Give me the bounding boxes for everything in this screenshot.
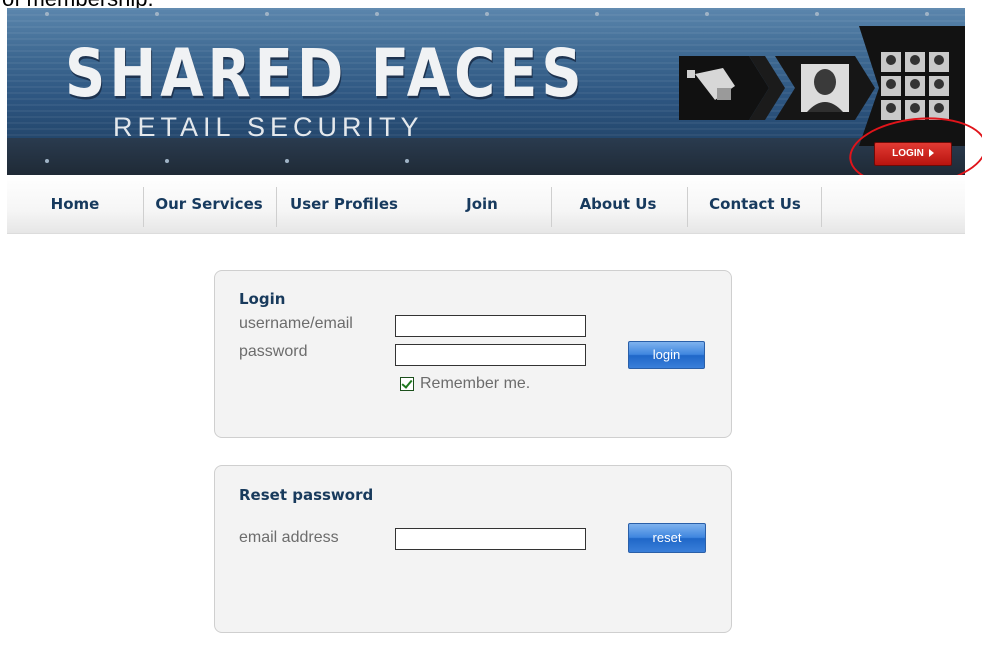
header-login-button[interactable]: LOGIN (874, 142, 952, 166)
rivet (45, 159, 49, 163)
password-input[interactable] (395, 344, 586, 366)
nav-separator (687, 187, 688, 227)
brand-subtitle: RETAIL SECURITY (113, 112, 424, 142)
username-input[interactable] (395, 315, 586, 337)
rivet (375, 12, 379, 16)
rivet (485, 12, 489, 16)
rivet (155, 12, 159, 16)
reset-password-title: Reset password (239, 486, 374, 504)
rivet (45, 12, 49, 16)
rivet (815, 12, 819, 16)
triangle-right-icon (928, 149, 934, 158)
header-login-label: LOGIN (892, 148, 924, 159)
nav-item-home[interactable]: Home (35, 175, 115, 233)
nav-separator (276, 187, 277, 227)
rivet (705, 12, 709, 16)
remember-me-checkbox[interactable] (400, 377, 414, 391)
face-portrait-icon (775, 56, 875, 120)
login-button[interactable]: login (628, 341, 705, 369)
rivet (925, 12, 929, 16)
rivet (265, 12, 269, 16)
face-grid-icon (859, 26, 965, 146)
password-label: password (239, 343, 308, 360)
login-title: Login (239, 290, 286, 308)
rivet (595, 12, 599, 16)
login-panel: Login username/email password login Reme… (214, 270, 732, 438)
nav-item-join[interactable]: Join (437, 175, 527, 233)
nav-item-user-profiles[interactable]: User Profiles (279, 175, 409, 233)
nav-separator (821, 187, 822, 227)
main-nav: Home Our Services User Profiles Join Abo… (7, 175, 965, 234)
nav-separator (143, 187, 144, 227)
nav-item-about-us[interactable]: About Us (563, 175, 673, 233)
rivet (285, 159, 289, 163)
nav-separator (551, 187, 552, 227)
rivet (165, 159, 169, 163)
rivet (405, 159, 409, 163)
email-address-label: email address (239, 529, 339, 546)
checkmark-icon (401, 377, 413, 389)
reset-password-panel: Reset password email address reset (214, 465, 732, 633)
remember-me-label: Remember me. (420, 375, 531, 392)
email-address-input[interactable] (395, 528, 586, 550)
reset-button[interactable]: reset (628, 523, 706, 553)
nav-item-contact-us[interactable]: Contact Us (691, 175, 819, 233)
header-graphic (679, 26, 965, 146)
site-page: SHARED FACES RETAIL SECURITY LOGIN Home … (7, 8, 982, 650)
username-label: username/email (239, 315, 353, 332)
nav-item-our-services[interactable]: Our Services (147, 175, 271, 233)
brand-title: SHARED FACES (65, 36, 586, 113)
header-banner: SHARED FACES RETAIL SECURITY LOGIN (7, 8, 965, 175)
